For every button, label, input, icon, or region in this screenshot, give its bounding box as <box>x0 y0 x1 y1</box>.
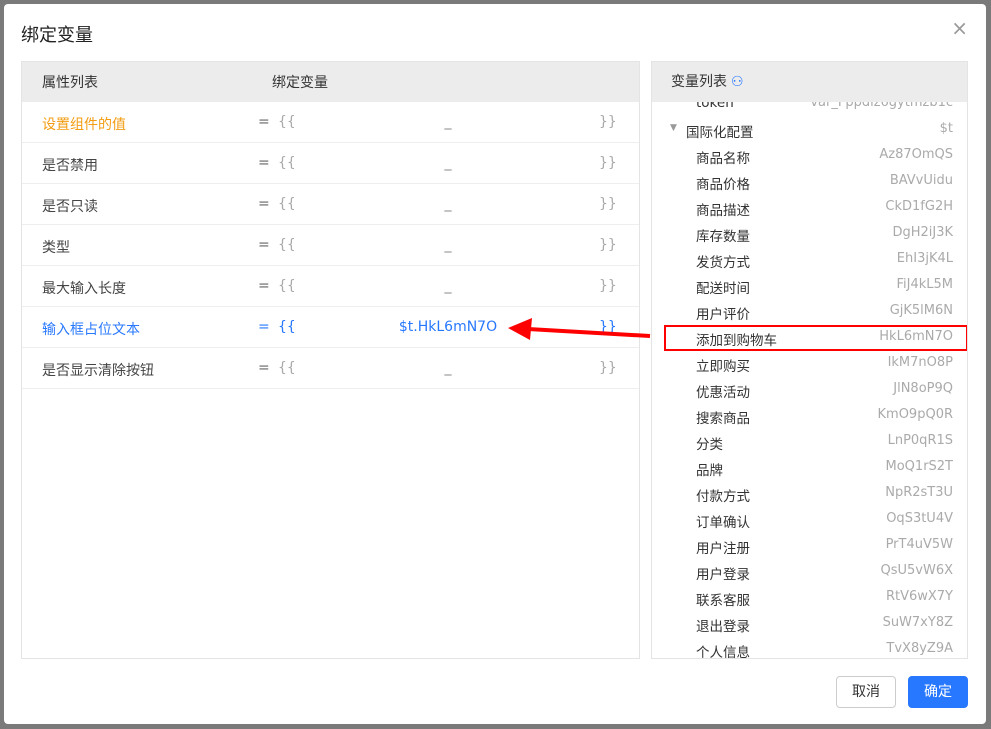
red-arrow-annotation <box>508 318 651 340</box>
